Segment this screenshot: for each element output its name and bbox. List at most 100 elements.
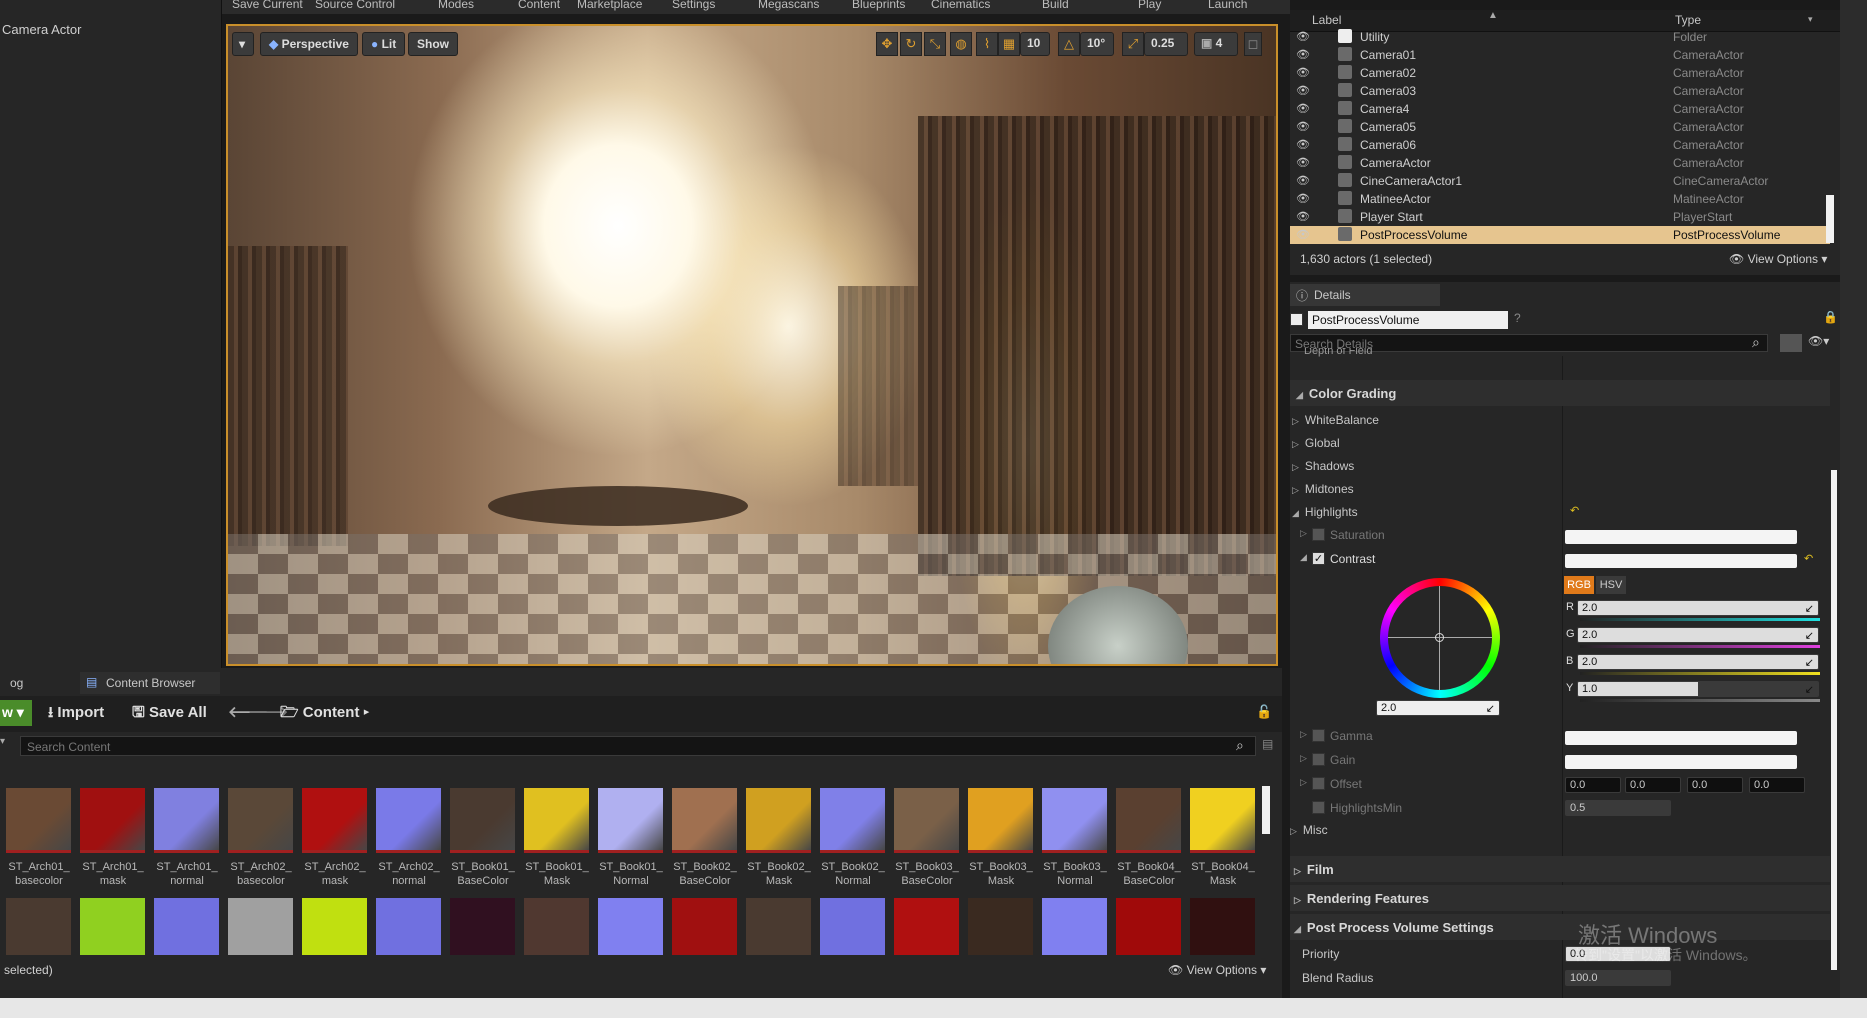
asset-thumbnail[interactable]	[968, 788, 1033, 853]
misc-section[interactable]: ▷ Misc	[1290, 823, 1328, 837]
asset-thumbnail[interactable]	[228, 788, 293, 853]
ppv-settings-section[interactable]: ◢ Post Process Volume Settings	[1290, 914, 1830, 940]
gamma-expand-icon[interactable]: ▷	[1300, 729, 1307, 740]
offset-g-field[interactable]: 0.0	[1625, 777, 1681, 793]
import-button[interactable]: ⭳ Import	[48, 702, 104, 727]
asset-thumbnail[interactable]	[968, 898, 1033, 955]
visibility-eye-icon[interactable]: 👁	[1296, 66, 1310, 79]
content-scrollbar[interactable]	[1262, 786, 1270, 834]
color-grading-subsection[interactable]: ▷ Midtones	[1292, 482, 1354, 496]
content-view-options[interactable]: 👁 View Options ▾	[1168, 963, 1266, 977]
asset-thumbnail[interactable]	[450, 898, 515, 955]
color-wheel[interactable]	[1380, 578, 1500, 698]
outliner-row[interactable]: 👁 Player Start PlayerStart	[1290, 208, 1830, 226]
asset-thumbnail[interactable]	[450, 788, 515, 853]
history-icon[interactable]: ▤	[1262, 737, 1273, 751]
outliner-row[interactable]: 👁 Utility Folder	[1290, 28, 1830, 46]
maximize-icon[interactable]: ◻	[1244, 32, 1262, 56]
rendering-features-section[interactable]: ▷ Rendering Features	[1290, 885, 1830, 911]
visibility-eye-icon[interactable]: 👁	[1296, 228, 1310, 241]
grid-snap-icon[interactable]: ▦	[998, 32, 1020, 56]
visibility-eye-icon[interactable]: 👁	[1296, 210, 1310, 223]
outliner-row[interactable]: 👁 Camera03 CameraActor	[1290, 82, 1830, 100]
color-grading-subsection[interactable]: ◢ Highlights	[1292, 505, 1358, 519]
offset-expand-icon[interactable]: ▷	[1300, 777, 1307, 788]
property-matrix-icon[interactable]	[1780, 334, 1802, 352]
scale-icon[interactable]: ⤡	[924, 32, 946, 56]
column-label-header[interactable]: Label	[1312, 13, 1341, 27]
asset-thumbnail[interactable]	[672, 898, 737, 955]
asset-thumbnail[interactable]	[154, 788, 219, 853]
outliner-view-options[interactable]: 👁 View Options ▾	[1729, 252, 1827, 266]
asset-thumbnail[interactable]	[672, 788, 737, 853]
offset-b-field[interactable]: 0.0	[1687, 777, 1743, 793]
asset-thumbnail[interactable]	[1116, 788, 1181, 853]
offset-checkbox[interactable]	[1312, 777, 1325, 790]
scale-snap-icon[interactable]: ⤢	[1122, 32, 1144, 56]
tab-details[interactable]: ⓘ Details	[1290, 284, 1440, 306]
type-dropdown-icon[interactable]: ▾	[1808, 14, 1813, 25]
asset-thumbnail[interactable]	[6, 898, 71, 955]
outliner-row[interactable]: 👁 CameraActor CameraActor	[1290, 154, 1830, 172]
asset-thumbnail[interactable]	[302, 898, 367, 955]
contrast-collapse-icon[interactable]: ◢	[1300, 552, 1307, 563]
rotate-icon[interactable]: ↻	[900, 32, 922, 56]
channel-value-field[interactable]: 2.0 ↙	[1577, 600, 1819, 616]
camera-speed-button[interactable]: ▣ 4	[1194, 32, 1238, 56]
save-all-button[interactable]: 🖫 Save All	[132, 702, 207, 727]
asset-thumbnail[interactable]	[820, 788, 885, 853]
object-enabled-checkbox[interactable]	[1290, 313, 1303, 326]
channel-value-field[interactable]: 2.0 ↙	[1577, 627, 1819, 643]
asset-thumbnail[interactable]	[228, 898, 293, 955]
asset-thumbnail[interactable]	[746, 788, 811, 853]
asset-thumbnail[interactable]	[598, 788, 663, 853]
asset-thumbnail[interactable]	[1190, 788, 1255, 853]
outliner-row[interactable]: 👁 MatineeActor MatineeActor	[1290, 190, 1830, 208]
gain-checkbox[interactable]	[1312, 753, 1325, 766]
visibility-eye-icon[interactable]: 👁	[1296, 102, 1310, 115]
visibility-eye-icon[interactable]: 👁	[1296, 156, 1310, 169]
saturation-checkbox[interactable]	[1312, 528, 1325, 541]
asset-thumbnail[interactable]	[376, 788, 441, 853]
asset-thumbnail[interactable]	[1042, 898, 1107, 955]
rotation-snap-value[interactable]: 10°	[1080, 32, 1114, 56]
color-grading-subsection[interactable]: ▷ WhiteBalance	[1292, 413, 1379, 427]
visibility-eye-icon[interactable]: 👁	[1296, 120, 1310, 133]
asset-thumbnail[interactable]	[524, 788, 589, 853]
saturation-expand-icon[interactable]: ▷	[1300, 528, 1307, 539]
asset-thumbnail[interactable]	[1190, 898, 1255, 955]
lock-icon[interactable]: 🔒	[1823, 310, 1838, 324]
channel-value-field[interactable]: 1.0 ↙	[1577, 681, 1819, 697]
contrast-bar[interactable]	[1565, 554, 1797, 568]
show-button[interactable]: Show	[408, 32, 458, 56]
outliner-scrollbar[interactable]	[1826, 195, 1834, 243]
asset-thumbnail[interactable]	[1116, 898, 1181, 955]
asset-thumbnail[interactable]	[820, 898, 885, 955]
highlights-min-field[interactable]: 0.5	[1565, 800, 1671, 816]
asset-thumbnail[interactable]	[598, 898, 663, 955]
lock-icon[interactable]: 🔓	[1256, 704, 1272, 720]
menu-source-control[interactable]: Source Control	[315, 0, 395, 11]
asset-thumbnail[interactable]	[1042, 788, 1107, 853]
menu-settings[interactable]: Settings	[672, 0, 715, 11]
asset-thumbnail[interactable]	[894, 788, 959, 853]
menu-launch[interactable]: Launch	[1208, 0, 1247, 11]
menu-marketplace[interactable]: Marketplace	[577, 0, 642, 11]
color-grading-subsection[interactable]: ▷ Global	[1292, 436, 1340, 450]
menu-modes[interactable]: Modes	[438, 0, 474, 11]
visibility-filter-icon[interactable]: 👁▾	[1808, 334, 1829, 348]
filter-dropdown-icon[interactable]: ▾	[0, 736, 12, 747]
tab-content-browser[interactable]: ▤ Content Browser	[80, 672, 220, 694]
outliner-row[interactable]: 👁 CineCameraActor1 CineCameraActor	[1290, 172, 1830, 190]
scale-snap-value[interactable]: 0.25	[1144, 32, 1188, 56]
asset-thumbnail[interactable]	[894, 898, 959, 955]
asset-thumbnail[interactable]	[80, 788, 145, 853]
film-section[interactable]: ▷ Film	[1290, 856, 1830, 882]
gamma-checkbox[interactable]	[1312, 729, 1325, 742]
asset-thumbnail[interactable]	[746, 898, 811, 955]
asset-thumbnail[interactable]	[6, 788, 71, 853]
saturation-bar[interactable]	[1565, 530, 1797, 544]
menu-content[interactable]: Content	[518, 0, 560, 11]
wheel-value-field[interactable]: 2.0 ↙	[1376, 700, 1500, 716]
object-name-field[interactable]: PostProcessVolume	[1308, 311, 1508, 329]
